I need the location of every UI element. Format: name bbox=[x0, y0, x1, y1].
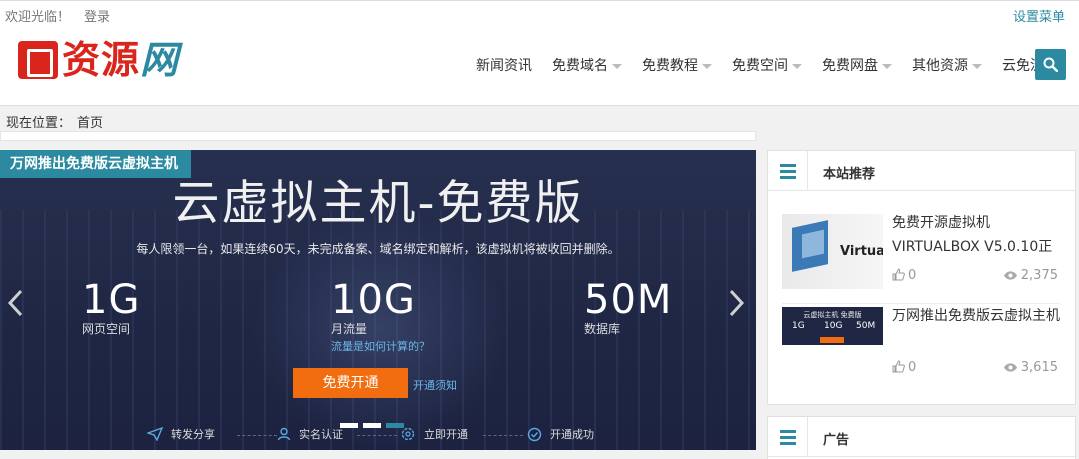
recommend-panel: 本站推荐 Virtual 免费开源虚拟机VIRTUALBOX V5.0.10正 … bbox=[767, 150, 1076, 405]
slider-pagination bbox=[340, 423, 404, 428]
ads-panel: 广告 bbox=[767, 416, 1076, 459]
chevron-right-icon bbox=[729, 289, 745, 317]
slider-dot-2[interactable] bbox=[363, 423, 381, 428]
nav-item-free-space[interactable]: 免费空间 bbox=[722, 54, 812, 78]
step-verify: 实名认证 bbox=[277, 426, 343, 442]
site-header: 资源网 新闻资讯 免费域名 免费教程 免费空间 免费网盘 其他资源 云免流 bbox=[0, 28, 1079, 106]
nav-item-other-resources[interactable]: 其他资源 bbox=[902, 54, 992, 78]
logo-thumb-icon bbox=[18, 41, 58, 79]
nav-item-free-netdisk[interactable]: 免费网盘 bbox=[812, 54, 902, 78]
step-share: 转发分享 bbox=[147, 426, 215, 442]
eye-icon bbox=[1003, 363, 1017, 372]
logo-text: 资源网 bbox=[62, 38, 180, 82]
step-divider bbox=[483, 435, 523, 436]
slider-dot-1[interactable] bbox=[340, 423, 358, 428]
ads-panel-header: 广告 bbox=[768, 417, 1075, 457]
menu-icon bbox=[768, 151, 808, 191]
free-open-button[interactable]: 免费开通 bbox=[293, 368, 408, 398]
site-logo[interactable]: 资源网 bbox=[18, 37, 208, 83]
list-item[interactable]: Virtual 免费开源虚拟机VIRTUALBOX V5.0.10正 0 2,3… bbox=[782, 214, 1062, 294]
user-icon bbox=[277, 427, 291, 441]
breadcrumb-home-link[interactable]: 首页 bbox=[77, 116, 103, 131]
thumbs-up-icon bbox=[892, 360, 905, 373]
view-count: 2,375 bbox=[1003, 268, 1058, 283]
settings-menu-link[interactable]: 设置菜单 bbox=[1013, 6, 1065, 25]
process-steps: 转发分享 实名认证 立即开通 开通成功 bbox=[145, 426, 615, 444]
breadcrumb: 现在位置： 首页 bbox=[6, 112, 103, 131]
ads-panel-title: 广告 bbox=[823, 433, 850, 448]
login-link[interactable]: 登录 bbox=[84, 6, 110, 25]
view-count: 3,615 bbox=[1003, 360, 1058, 375]
search-icon bbox=[1043, 57, 1058, 72]
search-button[interactable] bbox=[1035, 49, 1066, 80]
recommend-panel-title: 本站推荐 bbox=[823, 167, 876, 182]
top-bar: 欢迎光临！ 登录 设置菜单 bbox=[0, 0, 1079, 28]
slide-description: 每人限领一台，如果连续60天，未完成备案、域名绑定和解析，该虚拟机将被收回并删除… bbox=[136, 242, 620, 256]
nav-item-free-tutorial[interactable]: 免费教程 bbox=[632, 54, 722, 78]
chevron-down-icon bbox=[972, 63, 982, 69]
chevron-down-icon bbox=[702, 63, 712, 69]
eye-icon bbox=[1003, 271, 1017, 280]
main-nav: 新闻资讯 免费域名 免费教程 免费空间 免费网盘 其他资源 云免流 bbox=[466, 54, 1054, 78]
stat-database: 50M 数据库 bbox=[584, 277, 673, 336]
thumbs-up-icon bbox=[892, 268, 905, 281]
slider-prev-button[interactable] bbox=[6, 288, 26, 318]
list-item[interactable]: 云虚拟主机 免费版 1G 10G 50M 万网推出免费版云虚拟主机 0 3,61… bbox=[782, 307, 1062, 387]
menu-icon bbox=[768, 417, 808, 457]
traffic-calc-link[interactable]: 流量是如何计算的？ bbox=[331, 338, 430, 354]
check-circle-icon bbox=[527, 427, 542, 441]
article-thumbnail[interactable]: Virtual bbox=[782, 214, 883, 289]
article-title-link[interactable]: 万网推出免费版云虚拟主机 bbox=[892, 304, 1062, 328]
slider-next-button[interactable] bbox=[726, 288, 746, 318]
like-count[interactable]: 0 bbox=[892, 268, 916, 283]
step-open: 立即开通 bbox=[400, 426, 468, 442]
chevron-down-icon bbox=[792, 63, 802, 69]
breadcrumb-label: 现在位置： bbox=[6, 116, 72, 131]
step-divider bbox=[237, 435, 277, 436]
gear-icon bbox=[401, 427, 415, 441]
chevron-down-icon bbox=[612, 63, 622, 69]
step-success: 开通成功 bbox=[527, 426, 594, 442]
notice-bar bbox=[0, 131, 756, 141]
chevron-down-icon bbox=[882, 63, 892, 69]
like-count[interactable]: 0 bbox=[892, 360, 916, 375]
featured-slider[interactable]: 云虚拟主机-免费版 万网推出免费版云虚拟主机 每人限领一台，如果连续60天，未完… bbox=[0, 150, 756, 450]
article-thumbnail[interactable]: 云虚拟主机 免费版 1G 10G 50M bbox=[782, 307, 883, 345]
recommend-panel-header: 本站推荐 bbox=[768, 151, 1075, 191]
article-title-link[interactable]: 免费开源虚拟机VIRTUALBOX V5.0.10正 bbox=[892, 211, 1062, 259]
chevron-left-icon bbox=[7, 289, 23, 317]
nav-item-free-domain[interactable]: 免费域名 bbox=[542, 54, 632, 78]
stat-monthly-traffic: 10G 月流量 流量是如何计算的？ bbox=[331, 277, 430, 354]
slide-caption[interactable]: 万网推出免费版云虚拟主机 bbox=[0, 150, 191, 178]
send-icon bbox=[147, 427, 163, 441]
stat-web-space: 1G 网页空间 bbox=[82, 277, 141, 336]
nav-item-news[interactable]: 新闻资讯 bbox=[466, 54, 542, 78]
open-notice-link[interactable]: 开通须知 bbox=[413, 377, 457, 393]
slider-dot-3[interactable] bbox=[386, 423, 404, 428]
welcome-text: 欢迎光临！ bbox=[5, 10, 71, 25]
step-divider bbox=[357, 435, 397, 436]
